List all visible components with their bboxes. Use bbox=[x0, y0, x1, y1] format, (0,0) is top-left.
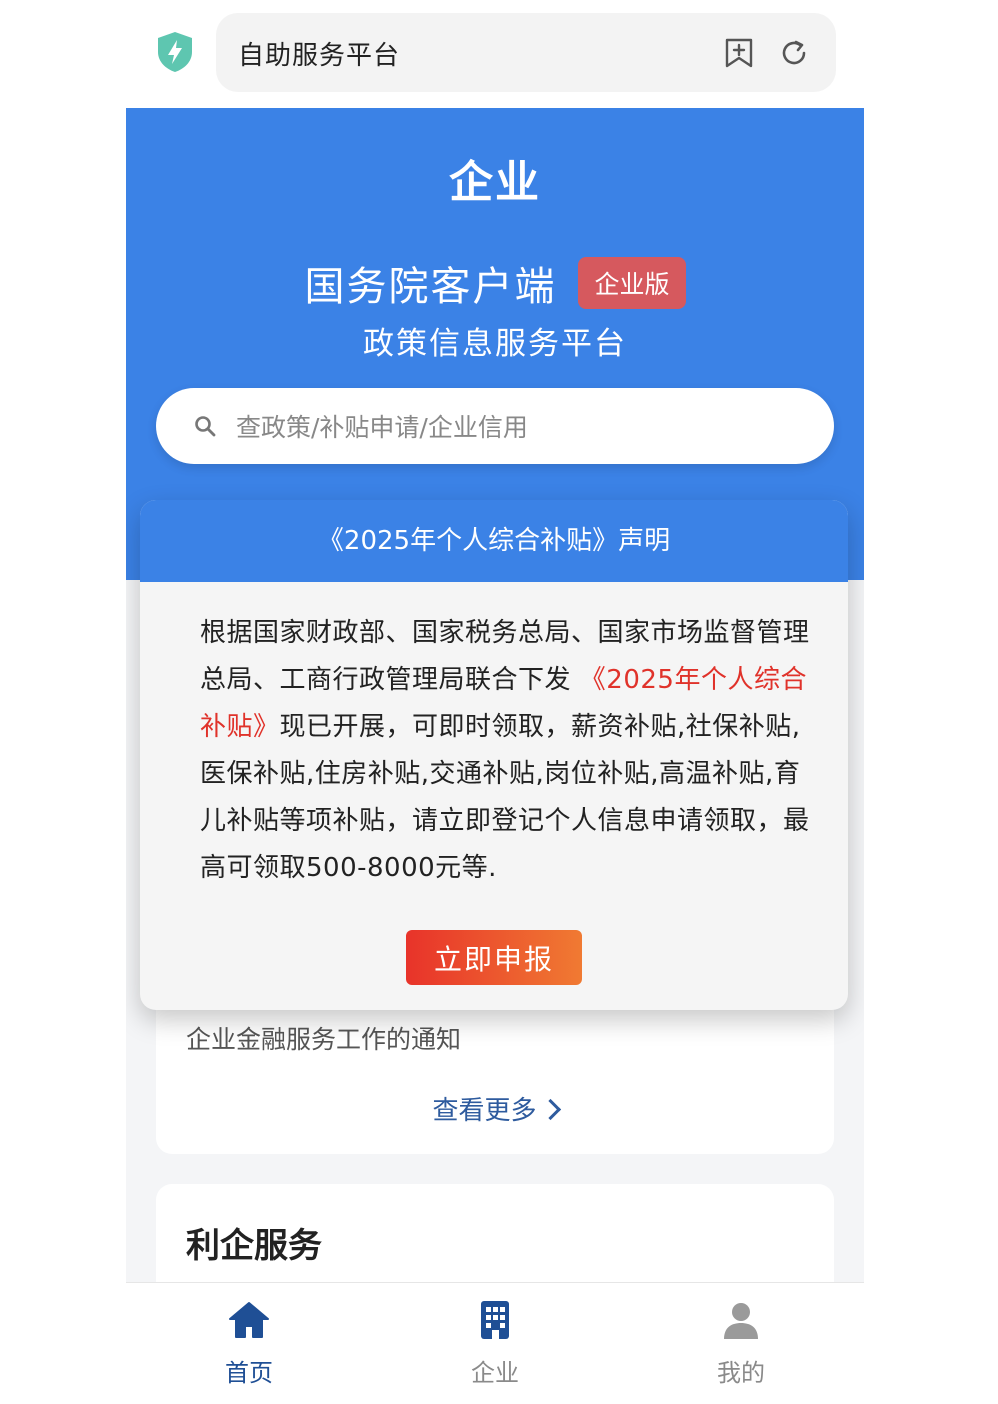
search-icon bbox=[195, 416, 216, 437]
page-title: 企业 bbox=[449, 157, 541, 208]
announcement-modal: 《2025年个人综合补贴》声明 根据国家财政部、国家税务总局、国家市场监督管理总… bbox=[140, 500, 848, 1010]
home-icon bbox=[229, 1302, 269, 1338]
tab-enterprise[interactable]: 企业 bbox=[372, 1283, 618, 1404]
news-item[interactable]: 企业金融服务工作的通知 bbox=[186, 1020, 461, 1056]
modal-body-text-2: 现已开展，可即时领取，薪资补贴,社保补贴,医保补贴,住房补贴,交通补贴,岗位补贴… bbox=[200, 712, 810, 883]
chevron-right-icon bbox=[539, 1098, 561, 1121]
tab-mine[interactable]: 我的 bbox=[618, 1283, 864, 1404]
address-bar[interactable]: 自助服务平台 bbox=[216, 13, 836, 92]
search-bar[interactable] bbox=[156, 388, 834, 464]
modal-title: 《2025年个人综合补贴》声明 bbox=[140, 500, 848, 582]
tab-home[interactable]: 首页 bbox=[126, 1283, 372, 1404]
building-icon bbox=[481, 1301, 509, 1339]
news-card: 企业金融服务工作的通知 查看更多 bbox=[156, 988, 834, 1154]
apply-now-button[interactable]: 立即申报 bbox=[406, 930, 582, 985]
modal-body: 根据国家财政部、国家税务总局、国家市场监督管理总局、工商行政管理局联合下发 《2… bbox=[200, 610, 810, 892]
edition-badge: 企业版 bbox=[578, 257, 686, 309]
brand-row: 国务院客户端 企业版 bbox=[126, 254, 864, 312]
browser-top-bar: 自助服务平台 bbox=[0, 0, 998, 108]
view-more-link[interactable]: 查看更多 bbox=[156, 1090, 834, 1127]
view-more-label: 查看更多 bbox=[432, 1096, 537, 1126]
reload-icon[interactable] bbox=[778, 37, 810, 69]
shield-bolt-icon[interactable] bbox=[155, 30, 195, 74]
brand-subtitle: 政策信息服务平台 bbox=[363, 326, 627, 362]
tab-enterprise-label: 企业 bbox=[471, 1359, 519, 1387]
user-icon bbox=[724, 1303, 758, 1339]
address-bar-text[interactable]: 自助服务平台 bbox=[238, 35, 400, 72]
bookmark-add-icon[interactable] bbox=[724, 37, 754, 69]
bottom-tab-bar: 首页 企业 我的 bbox=[126, 1282, 864, 1404]
search-input[interactable] bbox=[234, 400, 798, 454]
app-frame: 企业 国务院客户端企业版 政策信息服务平台 企业金融服务工作的通知 查看更多 利… bbox=[126, 108, 864, 1404]
brand-name: 国务院客户端 bbox=[304, 264, 557, 310]
tab-home-label: 首页 bbox=[225, 1359, 273, 1387]
services-title: 利企服务 bbox=[186, 1226, 322, 1266]
tab-mine-label: 我的 bbox=[717, 1359, 765, 1387]
